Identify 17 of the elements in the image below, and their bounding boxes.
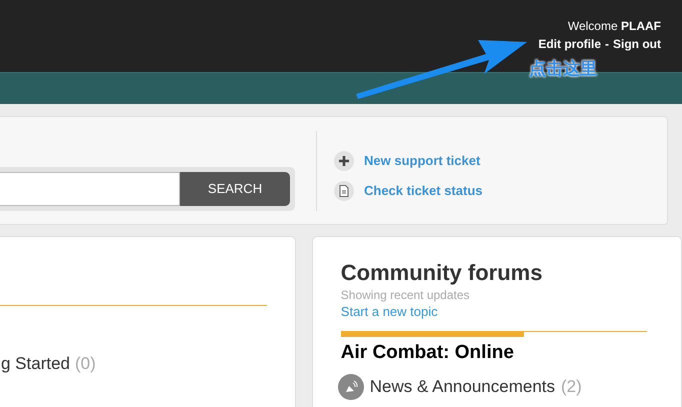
edit-profile-link[interactable]: Edit profile xyxy=(538,35,601,53)
megaphone-icon xyxy=(338,374,364,400)
welcome-text: Welcome PLAAF xyxy=(568,18,661,35)
forum-link[interactable]: News & Announcements xyxy=(370,376,555,398)
separator-text: - xyxy=(605,36,609,53)
annotation-text: 点击这里 xyxy=(529,58,597,80)
sign-out-link[interactable]: Sign out xyxy=(613,35,661,53)
forum-category-title: Air Combat: Online xyxy=(340,341,515,365)
category-link[interactable]: g Started xyxy=(1,353,70,375)
forums-title: Community forums xyxy=(340,259,544,287)
item-count: (0) xyxy=(75,353,96,375)
search-field[interactable] xyxy=(0,172,180,206)
forums-subtitle: Showing recent updates xyxy=(340,287,471,303)
search-button[interactable]: SEARCH xyxy=(180,172,290,206)
item-count: (2) xyxy=(561,376,582,398)
plus-icon xyxy=(334,151,354,171)
document-icon xyxy=(334,181,354,201)
